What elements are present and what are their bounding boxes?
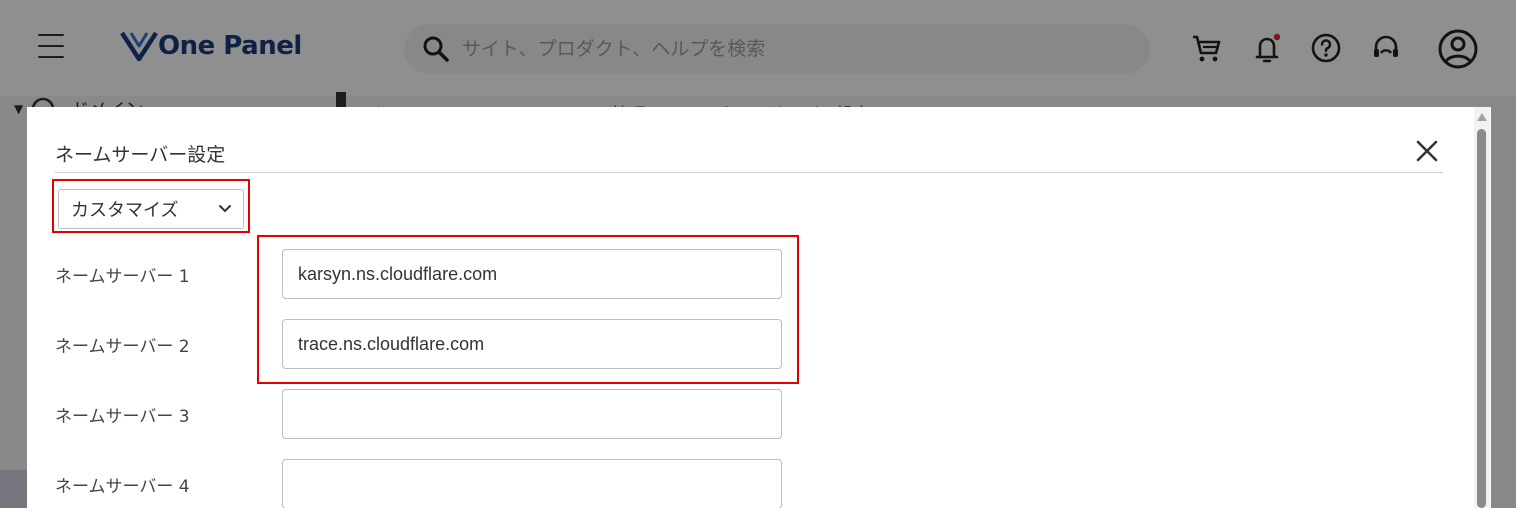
nameserver-3-input[interactable] (282, 389, 782, 439)
dialog-title: ネームサーバー設定 (55, 144, 226, 166)
dialog-scrollbar[interactable] (1474, 107, 1490, 508)
nameserver-mode-select[interactable]: カスタマイズ (58, 189, 244, 229)
select-value: カスタマイズ (71, 200, 179, 221)
nameserver-3-label: ネームサーバー 3 (55, 407, 190, 427)
scrollbar-thumb[interactable] (1477, 129, 1486, 508)
nameserver-1-label: ネームサーバー 1 (55, 267, 190, 287)
chevron-down-icon (219, 205, 231, 213)
close-icon[interactable] (1413, 137, 1441, 165)
nameserver-2-input[interactable] (282, 319, 782, 369)
nameserver-4-label: ネームサーバー 4 (55, 477, 190, 497)
title-divider (55, 172, 1443, 173)
nameserver-settings-dialog: ネームサーバー設定 カスタマイズ ネームサーバー 1 ネームサーバー 2 ネーム… (27, 107, 1491, 508)
scroll-up-arrow-icon[interactable] (1477, 113, 1487, 121)
nameserver-4-input[interactable] (282, 459, 782, 508)
nameserver-1-input[interactable] (282, 249, 782, 299)
nameserver-2-label: ネームサーバー 2 (55, 337, 190, 357)
